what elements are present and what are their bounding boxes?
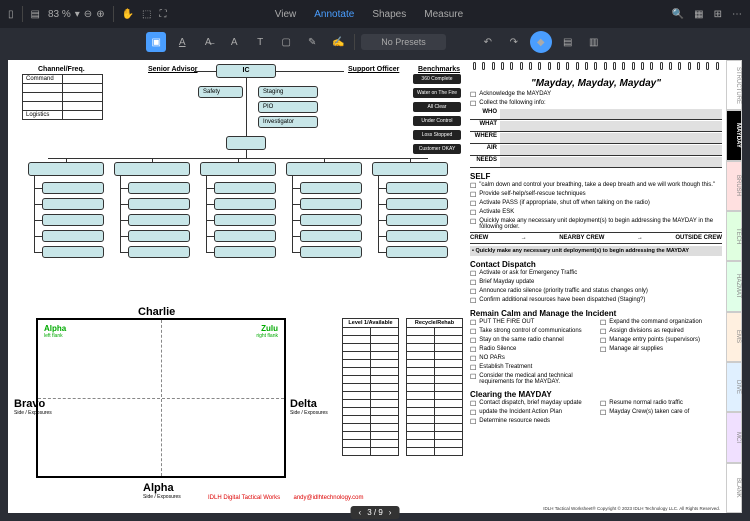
side-tabs: STRUCTURE MAYDAY BRUSH TECH HAZMAT EMS D…: [726, 60, 742, 513]
staging-box: Staging: [258, 86, 318, 98]
undo-icon[interactable]: ↶: [478, 32, 498, 52]
grid-icon[interactable]: ▦: [694, 9, 703, 20]
investigator-box: Investigator: [258, 116, 318, 128]
tab-measure[interactable]: Measure: [424, 9, 463, 20]
tab-blank[interactable]: BLANK: [726, 463, 742, 513]
tab-shapes[interactable]: Shapes: [372, 9, 406, 20]
footer-red: IDLH Digital Tactical Works andy@idlhtec…: [208, 495, 364, 501]
more-icon[interactable]: ⋯: [732, 9, 742, 20]
stamp-icon[interactable]: ▥: [584, 32, 604, 52]
benchmark-item: Under Control: [413, 116, 461, 126]
alpha-flank: Alphaleft flank: [44, 324, 66, 339]
benchmark-item: 360 Complete: [413, 74, 461, 84]
tab-view[interactable]: View: [275, 9, 297, 20]
document-page: STRUCTURE MAYDAY BRUSH TECH HAZMAT EMS D…: [8, 60, 742, 513]
tab-structure[interactable]: STRUCTURE: [726, 60, 742, 110]
org-sub-box: [226, 136, 266, 150]
zulu-flank: Zuluright flank: [256, 324, 278, 339]
crop-icon[interactable]: ⛶: [159, 9, 166, 20]
text-squiggle-icon[interactable]: A: [224, 32, 244, 52]
tab-ems[interactable]: EMS: [726, 312, 742, 362]
support-officer-label: Support Officer: [348, 66, 399, 73]
channel-table: Command Logistics: [22, 74, 103, 120]
level-table: Level 1/Available: [342, 318, 399, 456]
select-icon[interactable]: ⬚: [142, 9, 151, 20]
zoom-level[interactable]: 83 %: [48, 9, 71, 20]
tab-dive[interactable]: DIVE: [726, 362, 742, 412]
spiral-binding: [470, 62, 722, 72]
recycle-table: Recycle/Rehab: [406, 318, 463, 456]
channel-title: Channel/Freq.: [38, 66, 85, 73]
zoom-in-icon[interactable]: ⊕: [96, 9, 104, 20]
chevron-down-icon[interactable]: ▾: [75, 9, 80, 20]
note-icon[interactable]: ▢: [276, 32, 296, 52]
draw-icon[interactable]: ✎: [302, 32, 322, 52]
mayday-panel: "Mayday, Mayday, Mayday" Acknowledge the…: [470, 76, 722, 427]
quad-top: Charlie: [138, 306, 175, 318]
highlight-tool[interactable]: ▣: [146, 32, 166, 52]
prev-page-icon[interactable]: ‹: [359, 508, 362, 517]
page-number: 3 / 9: [367, 508, 383, 517]
pio-box: PIO: [258, 101, 318, 113]
quad-box: Alphaleft flank Zuluright flank: [36, 318, 286, 478]
sidebar-icon[interactable]: ▯: [8, 9, 14, 20]
text-underline-icon[interactable]: A: [172, 32, 192, 52]
text-strike-icon[interactable]: A̶: [198, 32, 218, 52]
pager[interactable]: ‹ 3 / 9 ›: [351, 506, 400, 519]
benchmark-item: Water on The Fire: [413, 88, 461, 98]
text-add-icon[interactable]: T: [250, 32, 270, 52]
eraser-icon[interactable]: ◆: [530, 31, 552, 53]
next-page-icon[interactable]: ›: [389, 508, 392, 517]
tab-tech[interactable]: TECH: [726, 211, 742, 261]
benchmark-item: All Clear: [413, 102, 461, 112]
tab-mayday[interactable]: MAYDAY: [726, 110, 742, 160]
tab-mci[interactable]: MCI: [726, 412, 742, 462]
mayday-title: "Mayday, Mayday, Mayday": [470, 78, 722, 89]
senior-advisor-label: Senior Advisor: [148, 66, 198, 73]
sign-icon[interactable]: ✍: [328, 32, 348, 52]
footer-copy: IDLH Tactical Worksheet® Copyright © 202…: [543, 506, 720, 511]
quad-right: DeltaSide / Exposures: [290, 398, 328, 416]
zoom-out-icon[interactable]: ⊖: [84, 9, 92, 20]
search-icon[interactable]: 🔍: [672, 9, 684, 20]
benchmark-item: Loss Stopped: [413, 130, 461, 140]
quad-bottom: AlphaSide / Exposures: [143, 482, 181, 500]
preset-dropdown[interactable]: No Presets: [361, 34, 446, 50]
doc-icon[interactable]: ▤: [31, 9, 40, 20]
tab-hazmat[interactable]: HAZMAT: [726, 261, 742, 311]
benchmarks-title: Benchmarks: [418, 66, 460, 73]
hand-icon[interactable]: ✋: [122, 9, 134, 20]
ic-box: IC: [216, 64, 276, 78]
add-icon[interactable]: ⊞: [714, 9, 722, 20]
tab-brush[interactable]: BRUSH: [726, 161, 742, 211]
redo-icon[interactable]: ↷: [504, 32, 524, 52]
tab-annotate[interactable]: Annotate: [314, 9, 354, 20]
clipboard-icon[interactable]: ▤: [558, 32, 578, 52]
safety-box: Safety: [198, 86, 243, 98]
quad-left: BravoSide / Exposures: [14, 398, 52, 416]
benchmark-item: Customer OKAY: [413, 144, 461, 154]
